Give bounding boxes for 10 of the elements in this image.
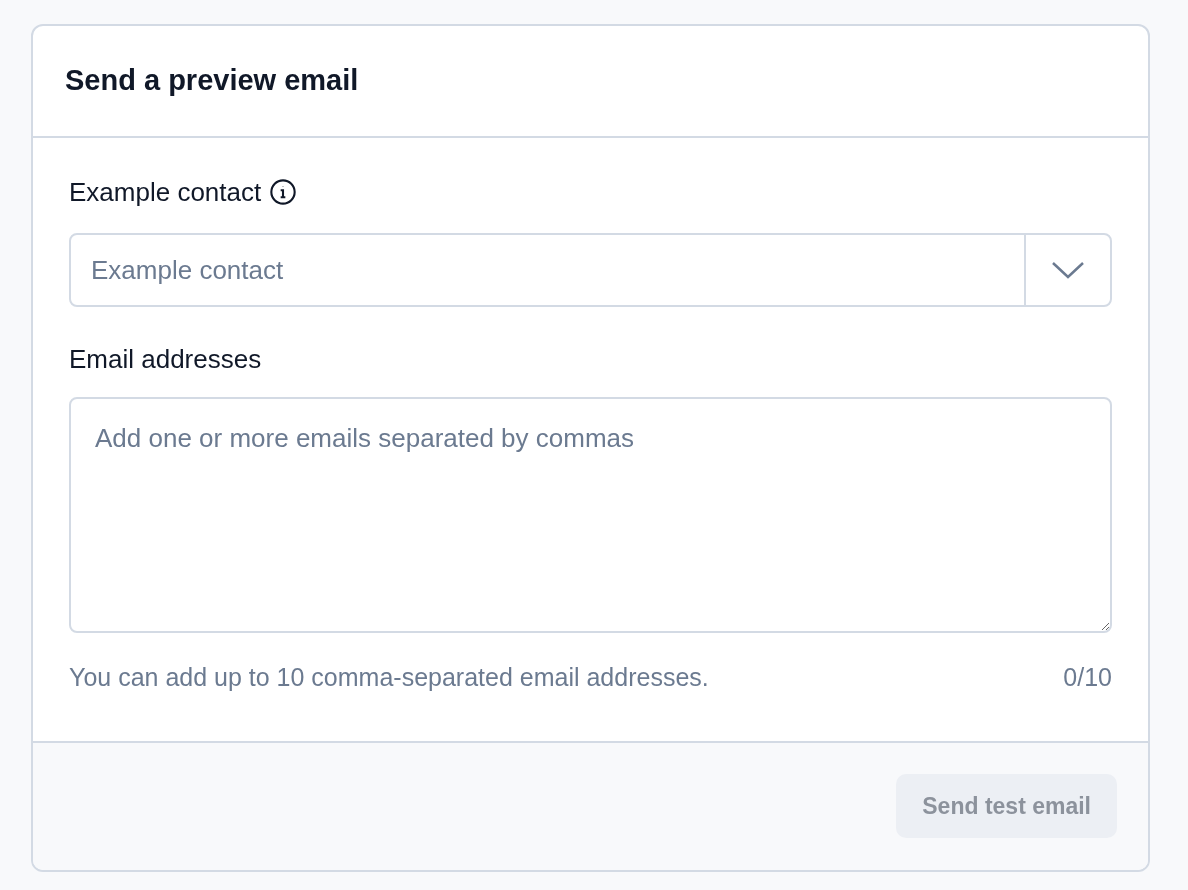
contact-select[interactable]: Example contact bbox=[69, 233, 1112, 307]
emails-textarea[interactable]: Add one or more emails separated by commas bbox=[69, 397, 1112, 633]
character-count: 0/10 bbox=[1063, 662, 1112, 693]
chevron-down-icon[interactable] bbox=[1051, 260, 1085, 280]
field-label: Email addresses bbox=[69, 343, 263, 375]
field-label: Example contact bbox=[69, 175, 262, 209]
select-placeholder: Example contact bbox=[90, 253, 285, 287]
info-icon[interactable] bbox=[269, 178, 298, 206]
dialog-title: Send a preview email bbox=[65, 63, 359, 99]
helper-text: You can add up to 10 comma-separated email addresses. bbox=[69, 662, 709, 693]
